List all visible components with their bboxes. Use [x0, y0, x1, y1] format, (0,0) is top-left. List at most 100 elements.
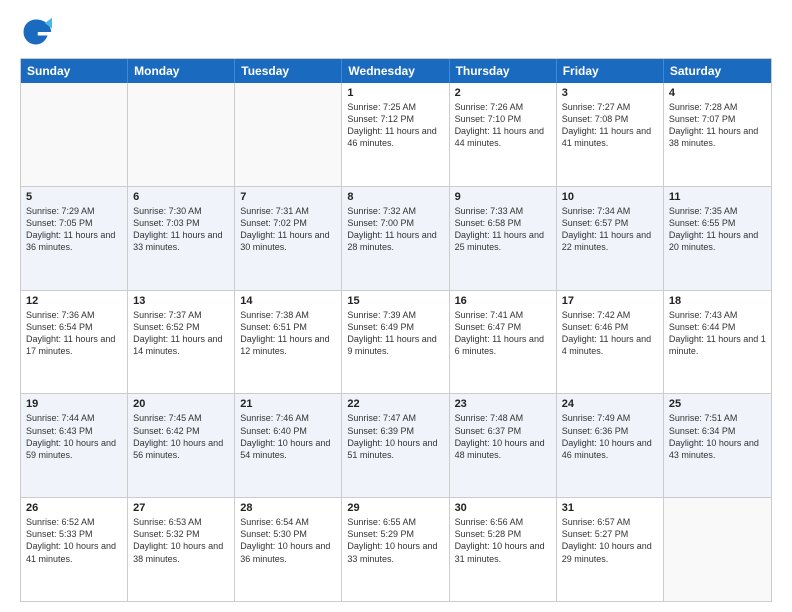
day-info: Sunrise: 6:55 AMSunset: 5:29 PMDaylight:… — [347, 516, 443, 565]
calendar-week-2: 5 Sunrise: 7:29 AMSunset: 7:05 PMDaylight… — [21, 187, 771, 291]
calendar-day-19: 19Sunrise: 7:44 AMSunset: 6:43 PMDayligh… — [21, 394, 128, 497]
calendar-empty-cell — [21, 83, 128, 186]
calendar-day-13: 13Sunrise: 7:37 AMSunset: 6:52 PMDayligh… — [128, 291, 235, 394]
day-info: Sunrise: 6:54 AMSunset: 5:30 PMDaylight:… — [240, 516, 336, 565]
page: SundayMondayTuesdayWednesdayThursdayFrid… — [0, 0, 792, 612]
day-info: Sunrise: 7:38 AMSunset: 6:51 PMDaylight:… — [240, 309, 336, 358]
day-header-monday: Monday — [128, 59, 235, 83]
calendar-day-2: 2 Sunrise: 7:26 AMSunset: 7:10 PMDaylight… — [450, 83, 557, 186]
calendar-day-11: 11 Sunrise: 7:35 AMSunset: 6:55 PMDayligh… — [664, 187, 771, 290]
day-number: 10 — [562, 191, 658, 203]
day-header-thursday: Thursday — [450, 59, 557, 83]
day-info: Sunrise: 7:48 AMSunset: 6:37 PMDaylight:… — [455, 412, 551, 461]
day-number: 21 — [240, 398, 336, 410]
day-info: Sunrise: 7:27 AMSunset: 7:08 PMDaylight:… — [562, 101, 658, 150]
day-number: 20 — [133, 398, 229, 410]
day-header-friday: Friday — [557, 59, 664, 83]
day-number: 31 — [562, 502, 658, 514]
day-number: 5 — [26, 191, 122, 203]
calendar-day-10: 10 Sunrise: 7:34 AMSunset: 6:57 PMDayligh… — [557, 187, 664, 290]
day-number: 17 — [562, 295, 658, 307]
logo — [20, 16, 56, 48]
day-info: Sunrise: 7:44 AMSunset: 6:43 PMDaylight:… — [26, 412, 122, 461]
calendar-empty-cell — [128, 83, 235, 186]
day-header-wednesday: Wednesday — [342, 59, 449, 83]
day-header-saturday: Saturday — [664, 59, 771, 83]
day-number: 1 — [347, 87, 443, 99]
day-info: Sunrise: 7:36 AMSunset: 6:54 PMDaylight:… — [26, 309, 122, 358]
calendar-day-26: 26Sunrise: 6:52 AMSunset: 5:33 PMDayligh… — [21, 498, 128, 601]
day-info: Sunrise: 6:56 AMSunset: 5:28 PMDaylight:… — [455, 516, 551, 565]
day-info: Sunrise: 7:26 AMSunset: 7:10 PMDaylight:… — [455, 101, 551, 150]
day-info: Sunrise: 7:30 AMSunset: 7:03 PMDaylight:… — [133, 205, 229, 254]
calendar-day-1: 1 Sunrise: 7:25 AMSunset: 7:12 PMDaylight… — [342, 83, 449, 186]
calendar-week-3: 12 Sunrise: 7:36 AMSunset: 6:54 PMDayligh… — [21, 291, 771, 395]
calendar-day-3: 3Sunrise: 7:27 AMSunset: 7:08 PMDaylight… — [557, 83, 664, 186]
logo-icon — [20, 16, 52, 48]
day-number: 2 — [455, 87, 551, 99]
day-info: Sunrise: 7:43 AMSunset: 6:44 PMDaylight:… — [669, 309, 766, 358]
day-info: Sunrise: 7:39 AMSunset: 6:49 PMDaylight:… — [347, 309, 443, 358]
day-info: Sunrise: 7:49 AMSunset: 6:36 PMDaylight:… — [562, 412, 658, 461]
calendar-day-28: 28Sunrise: 6:54 AMSunset: 5:30 PMDayligh… — [235, 498, 342, 601]
day-info: Sunrise: 7:41 AMSunset: 6:47 PMDaylight:… — [455, 309, 551, 358]
day-header-sunday: Sunday — [21, 59, 128, 83]
day-number: 12 — [26, 295, 122, 307]
calendar-day-6: 6 Sunrise: 7:30 AMSunset: 7:03 PMDaylight… — [128, 187, 235, 290]
calendar-day-31: 31 Sunrise: 6:57 AMSunset: 5:27 PMDayligh… — [557, 498, 664, 601]
calendar-day-22: 22 Sunrise: 7:47 AMSunset: 6:39 PMDayligh… — [342, 394, 449, 497]
calendar-empty-cell — [664, 498, 771, 601]
day-number: 6 — [133, 191, 229, 203]
calendar-week-5: 26Sunrise: 6:52 AMSunset: 5:33 PMDayligh… — [21, 498, 771, 601]
day-info: Sunrise: 7:35 AMSunset: 6:55 PMDaylight:… — [669, 205, 766, 254]
day-info: Sunrise: 7:34 AMSunset: 6:57 PMDaylight:… — [562, 205, 658, 254]
calendar-day-27: 27Sunrise: 6:53 AMSunset: 5:32 PMDayligh… — [128, 498, 235, 601]
calendar-empty-cell — [235, 83, 342, 186]
calendar-day-17: 17Sunrise: 7:42 AMSunset: 6:46 PMDayligh… — [557, 291, 664, 394]
calendar-day-9: 9 Sunrise: 7:33 AMSunset: 6:58 PMDaylight… — [450, 187, 557, 290]
day-number: 13 — [133, 295, 229, 307]
day-info: Sunrise: 6:52 AMSunset: 5:33 PMDaylight:… — [26, 516, 122, 565]
header — [20, 16, 772, 48]
day-number: 30 — [455, 502, 551, 514]
day-number: 16 — [455, 295, 551, 307]
day-number: 7 — [240, 191, 336, 203]
calendar-day-18: 18 Sunrise: 7:43 AMSunset: 6:44 PMDayligh… — [664, 291, 771, 394]
day-info: Sunrise: 7:32 AMSunset: 7:00 PMDaylight:… — [347, 205, 443, 254]
day-info: Sunrise: 7:28 AMSunset: 7:07 PMDaylight:… — [669, 101, 766, 150]
day-info: Sunrise: 7:51 AMSunset: 6:34 PMDaylight:… — [669, 412, 766, 461]
day-info: Sunrise: 7:25 AMSunset: 7:12 PMDaylight:… — [347, 101, 443, 150]
calendar-day-4: 4 Sunrise: 7:28 AMSunset: 7:07 PMDaylight… — [664, 83, 771, 186]
day-number: 29 — [347, 502, 443, 514]
day-info: Sunrise: 7:31 AMSunset: 7:02 PMDaylight:… — [240, 205, 336, 254]
day-number: 8 — [347, 191, 443, 203]
day-info: Sunrise: 6:53 AMSunset: 5:32 PMDaylight:… — [133, 516, 229, 565]
calendar: SundayMondayTuesdayWednesdayThursdayFrid… — [20, 58, 772, 602]
calendar-day-30: 30 Sunrise: 6:56 AMSunset: 5:28 PMDayligh… — [450, 498, 557, 601]
calendar-header-row: SundayMondayTuesdayWednesdayThursdayFrid… — [21, 59, 771, 83]
day-header-tuesday: Tuesday — [235, 59, 342, 83]
calendar-week-1: 1 Sunrise: 7:25 AMSunset: 7:12 PMDaylight… — [21, 83, 771, 187]
calendar-day-12: 12 Sunrise: 7:36 AMSunset: 6:54 PMDayligh… — [21, 291, 128, 394]
day-info: Sunrise: 6:57 AMSunset: 5:27 PMDaylight:… — [562, 516, 658, 565]
day-info: Sunrise: 7:29 AMSunset: 7:05 PMDaylight:… — [26, 205, 122, 254]
day-number: 18 — [669, 295, 766, 307]
day-number: 23 — [455, 398, 551, 410]
calendar-day-15: 15Sunrise: 7:39 AMSunset: 6:49 PMDayligh… — [342, 291, 449, 394]
day-number: 11 — [669, 191, 766, 203]
day-number: 22 — [347, 398, 443, 410]
day-info: Sunrise: 7:33 AMSunset: 6:58 PMDaylight:… — [455, 205, 551, 254]
day-info: Sunrise: 7:45 AMSunset: 6:42 PMDaylight:… — [133, 412, 229, 461]
day-number: 4 — [669, 87, 766, 99]
day-info: Sunrise: 7:47 AMSunset: 6:39 PMDaylight:… — [347, 412, 443, 461]
day-number: 24 — [562, 398, 658, 410]
calendar-day-7: 7 Sunrise: 7:31 AMSunset: 7:02 PMDaylight… — [235, 187, 342, 290]
calendar-day-25: 25 Sunrise: 7:51 AMSunset: 6:34 PMDayligh… — [664, 394, 771, 497]
calendar-body: 1 Sunrise: 7:25 AMSunset: 7:12 PMDaylight… — [21, 83, 771, 601]
day-number: 14 — [240, 295, 336, 307]
calendar-week-4: 19Sunrise: 7:44 AMSunset: 6:43 PMDayligh… — [21, 394, 771, 498]
day-number: 25 — [669, 398, 766, 410]
day-number: 9 — [455, 191, 551, 203]
calendar-day-21: 21 Sunrise: 7:46 AMSunset: 6:40 PMDayligh… — [235, 394, 342, 497]
day-info: Sunrise: 7:46 AMSunset: 6:40 PMDaylight:… — [240, 412, 336, 461]
